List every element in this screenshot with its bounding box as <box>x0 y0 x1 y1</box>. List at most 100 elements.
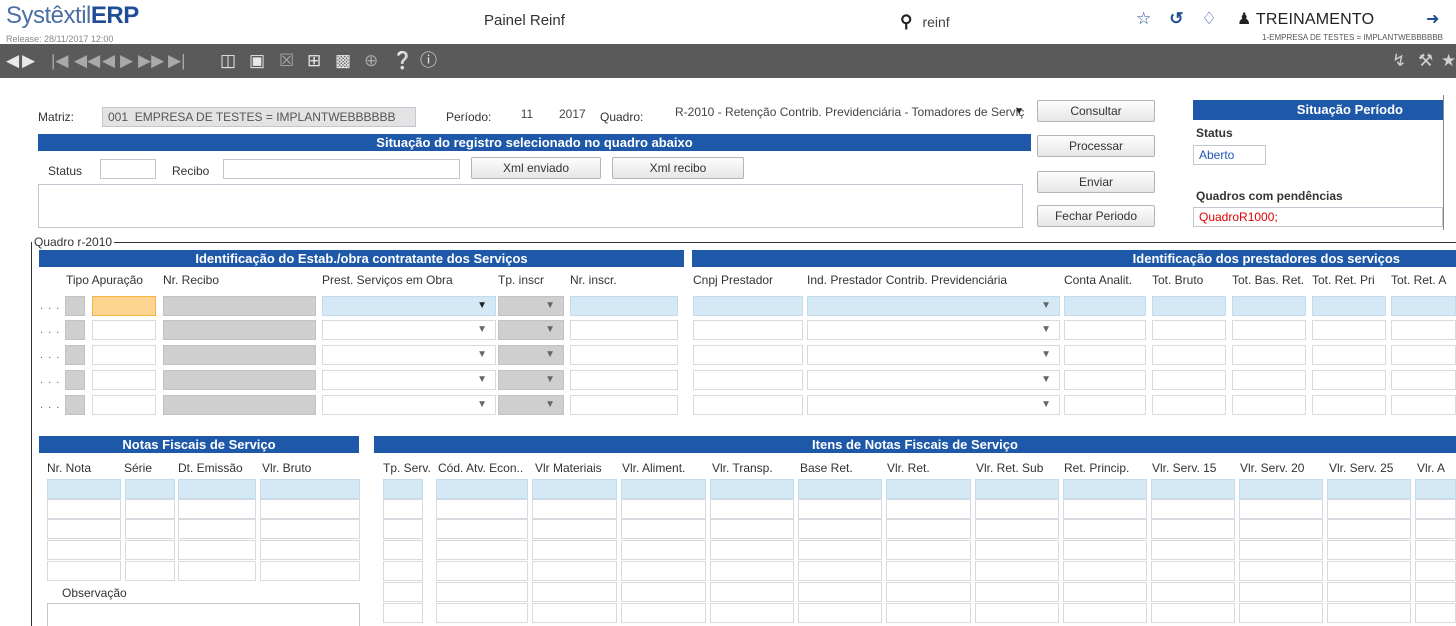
search-record-icon[interactable]: ▩ <box>335 50 351 72</box>
nr-inscr-cell[interactable] <box>570 395 678 415</box>
delete-icon[interactable]: ☒ <box>279 50 294 72</box>
vlr-bruto-cell[interactable] <box>260 479 360 499</box>
ind-prestador-select[interactable]: ▼ <box>807 370 1060 390</box>
rewind-icon[interactable]: ◀◀ <box>74 50 100 72</box>
vlr-materiais-cell[interactable] <box>532 540 617 560</box>
vlr-serv-25-cell[interactable] <box>1327 479 1411 499</box>
vlr-serv-25-cell[interactable] <box>1327 561 1411 581</box>
conta-analit-cell[interactable] <box>1064 370 1146 390</box>
base-ret-cell[interactable] <box>798 603 882 623</box>
row-actions-icon[interactable]: . . . <box>40 349 62 363</box>
vlr-bruto-cell[interactable] <box>260 540 360 560</box>
vlr-serv-20-cell[interactable] <box>1239 479 1323 499</box>
vlr-aliment-cell[interactable] <box>621 519 706 539</box>
forward-icon[interactable]: ▶ <box>120 50 133 72</box>
help-icon[interactable]: ❔ <box>392 50 413 72</box>
vlr-materiais-cell[interactable] <box>532 499 617 519</box>
star-icon[interactable]: ☆ <box>1136 9 1151 29</box>
vlr-aliment-cell[interactable] <box>621 540 706 560</box>
vlr-ret-cell[interactable] <box>886 561 971 581</box>
prest-servicos-obra-select[interactable]: ▼ <box>322 370 496 390</box>
vlr-materiais-cell[interactable] <box>532 603 617 623</box>
tipo-apuracao-cell[interactable] <box>92 345 156 365</box>
nr-inscr-cell[interactable] <box>570 320 678 340</box>
vlr-a-cell[interactable] <box>1415 519 1456 539</box>
xml-enviado-button[interactable]: Xml enviado <box>471 157 601 179</box>
vlr-ret-sub-cell[interactable] <box>975 582 1059 602</box>
vlr-ret-cell[interactable] <box>886 479 971 499</box>
tot-bas-ret-cell[interactable] <box>1232 296 1306 316</box>
nr-recibo-cell[interactable] <box>163 395 316 415</box>
ret-princip-cell[interactable] <box>1063 479 1147 499</box>
vlr-transp-cell[interactable] <box>710 540 794 560</box>
ret-princip-cell[interactable] <box>1063 499 1147 519</box>
base-ret-cell[interactable] <box>798 582 882 602</box>
consultar-button[interactable]: Consultar <box>1037 100 1155 122</box>
vlr-materiais-cell[interactable] <box>532 582 617 602</box>
save-icon[interactable]: ▣ <box>249 50 265 72</box>
tot-ret-a-cell[interactable] <box>1391 320 1456 340</box>
vlr-bruto-cell[interactable] <box>260 499 360 519</box>
row-actions-icon[interactable]: . . . <box>40 374 62 388</box>
vlr-ret-sub-cell[interactable] <box>975 499 1059 519</box>
nr-nota-cell[interactable] <box>47 540 121 560</box>
nr-inscr-cell[interactable] <box>570 296 678 316</box>
dt-emissao-cell[interactable] <box>178 499 256 519</box>
dt-emissao-cell[interactable] <box>178 519 256 539</box>
cnpj-prestador-cell[interactable] <box>693 345 803 365</box>
last-icon[interactable]: ▶| <box>168 50 186 72</box>
vlr-serv-20-cell[interactable] <box>1239 561 1323 581</box>
row-actions-icon[interactable]: . . . <box>40 300 62 314</box>
nr-recibo-cell[interactable] <box>163 370 316 390</box>
conta-analit-cell[interactable] <box>1064 345 1146 365</box>
matriz-field[interactable]: 001 EMPRESA DE TESTES = IMPLANTWEBBBBBB <box>102 107 416 127</box>
tot-ret-pri-cell[interactable] <box>1312 395 1386 415</box>
nr-inscr-cell[interactable] <box>570 345 678 365</box>
tp-inscr-select[interactable]: ▼ <box>498 345 564 365</box>
tp-inscr-select[interactable]: ▼ <box>498 370 564 390</box>
prest-servicos-obra-select[interactable]: ▼ <box>322 395 496 415</box>
row-actions-icon[interactable]: . . . <box>40 399 62 413</box>
serie-cell[interactable] <box>125 499 175 519</box>
vlr-aliment-cell[interactable] <box>621 582 706 602</box>
tot-bas-ret-cell[interactable] <box>1232 320 1306 340</box>
tot-bruto-cell[interactable] <box>1152 296 1226 316</box>
search-box[interactable]: ⚲ reinf <box>900 12 950 32</box>
tot-bruto-cell[interactable] <box>1152 395 1226 415</box>
cnpj-prestador-cell[interactable] <box>693 296 803 316</box>
vlr-aliment-cell[interactable] <box>621 499 706 519</box>
tot-ret-a-cell[interactable] <box>1391 395 1456 415</box>
vlr-serv-15-cell[interactable] <box>1151 540 1235 560</box>
vlr-serv-20-cell[interactable] <box>1239 582 1323 602</box>
recibo-input[interactable] <box>223 159 460 179</box>
tot-ret-pri-cell[interactable] <box>1312 320 1386 340</box>
tp-inscr-select[interactable]: ▼ <box>498 296 564 316</box>
tipo-apuracao-cell[interactable] <box>92 370 156 390</box>
tipo-apuracao-cell[interactable] <box>92 296 156 316</box>
base-ret-cell[interactable] <box>798 540 882 560</box>
ret-princip-cell[interactable] <box>1063 540 1147 560</box>
fechar-periodo-button[interactable]: Fechar Periodo <box>1037 205 1155 227</box>
vlr-ret-cell[interactable] <box>886 499 971 519</box>
ret-princip-cell[interactable] <box>1063 519 1147 539</box>
base-ret-cell[interactable] <box>798 519 882 539</box>
vlr-ret-sub-cell[interactable] <box>975 603 1059 623</box>
tot-bruto-cell[interactable] <box>1152 345 1226 365</box>
first-icon[interactable]: |◀ <box>51 50 69 72</box>
enviar-button[interactable]: Enviar <box>1037 171 1155 193</box>
vlr-materiais-cell[interactable] <box>532 561 617 581</box>
vlr-ret-sub-cell[interactable] <box>975 561 1059 581</box>
dt-emissao-cell[interactable] <box>178 479 256 499</box>
user-menu[interactable]: ♟ TREINAMENTO <box>1237 9 1374 29</box>
conta-analit-cell[interactable] <box>1064 296 1146 316</box>
serie-cell[interactable] <box>125 519 175 539</box>
vlr-serv-20-cell[interactable] <box>1239 519 1323 539</box>
vlr-a-cell[interactable] <box>1415 479 1456 499</box>
nr-recibo-cell[interactable] <box>163 320 316 340</box>
tot-bas-ret-cell[interactable] <box>1232 395 1306 415</box>
ind-prestador-select[interactable]: ▼ <box>807 296 1060 316</box>
tot-ret-a-cell[interactable] <box>1391 345 1456 365</box>
cnpj-prestador-cell[interactable] <box>693 370 803 390</box>
nav-next-icon[interactable]: ▶ <box>22 50 35 72</box>
search-input[interactable]: reinf <box>922 14 949 30</box>
